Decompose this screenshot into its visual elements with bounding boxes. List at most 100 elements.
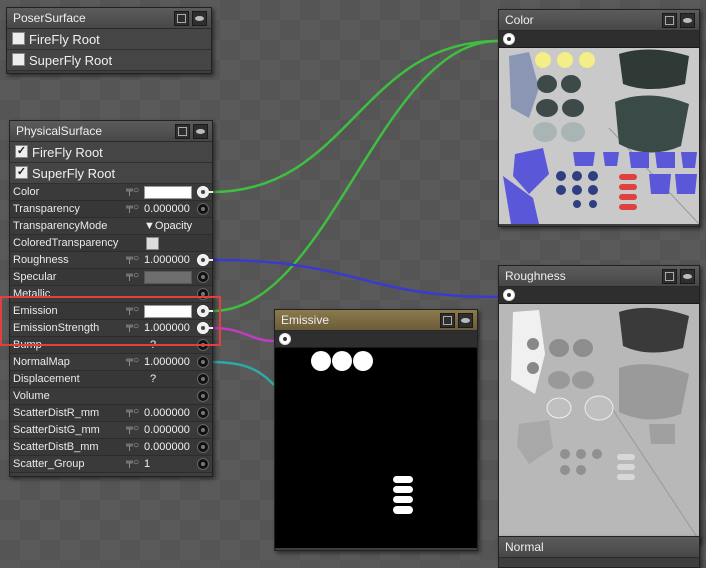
emissive-texture-node[interactable]: Emissive [274,309,478,551]
input-port[interactable] [197,441,209,453]
key-icon[interactable]: ╤○ [126,202,139,213]
param-volume[interactable]: Volume [10,388,212,405]
input-port[interactable] [197,424,209,436]
emissive-node-titlebar[interactable]: Emissive [275,310,477,331]
color-texture-svg [503,49,699,224]
param-value[interactable]: 1 [144,458,150,470]
param-label: Roughness [13,254,69,266]
port-dot [201,275,205,279]
input-port[interactable] [279,333,291,345]
port-dot [283,337,287,341]
input-port[interactable] [197,407,209,419]
key-icon[interactable]: ╤○ [126,253,139,264]
checkbox-label: SuperFly Root [32,166,116,181]
input-port[interactable] [503,33,515,45]
key-icon[interactable]: ╤○ [126,270,139,281]
output-port-linked[interactable] [197,186,213,198]
mode-dropdown[interactable]: ▼Opacity [144,220,192,232]
param-label: Displacement [13,373,80,385]
param-value[interactable]: 0.000000 [144,424,190,436]
param-label: TransparencyMode [13,220,108,232]
checkbox-row[interactable]: ✓ SuperFly Root [10,163,212,184]
param-normalmap[interactable]: NormalMap ╤○ 1.000000 [10,354,212,371]
param-roughness[interactable]: Roughness ╤○ 1.000000 [10,252,213,269]
param-value[interactable]: ? [150,373,156,385]
param-checkbox[interactable] [146,237,159,250]
checkbox[interactable] [12,32,25,45]
panel-icon [177,14,186,23]
checkbox[interactable] [12,53,25,66]
preview-toggle-button[interactable] [680,269,695,284]
panel-icon [665,272,674,281]
port-dot [201,207,205,211]
param-transparency[interactable]: Transparency ╤○ 0.000000 [10,201,212,218]
key-icon[interactable]: ╤○ [126,355,139,366]
input-port[interactable] [197,390,209,402]
preview-toggle-button[interactable] [458,313,473,328]
key-icon[interactable]: ╤○ [126,423,139,434]
param-coloredtransparency[interactable]: ColoredTransparency [10,235,212,252]
normal-texture-node[interactable]: Normal [498,536,700,568]
poser-surface-titlebar[interactable]: PoserSurface [7,8,211,29]
collapse-button[interactable] [174,11,189,26]
checkbox-row[interactable]: FireFly Root [7,29,211,50]
param-scattergroup[interactable]: Scatter_Group ╤○ 1 [10,456,212,473]
checkbox-row[interactable]: SuperFly Root [7,50,211,71]
port-dot [507,37,511,41]
key-icon[interactable]: ╤○ [126,440,139,451]
input-port[interactable] [197,458,209,470]
poser-surface-node[interactable]: PoserSurface FireFly Root SuperFly Root [6,7,212,74]
param-scatterdistr[interactable]: ScatterDistR_mm ╤○ 0.000000 [10,405,212,422]
input-port[interactable] [197,203,209,215]
preview-toggle-button[interactable] [193,124,208,139]
preview-toggle-button[interactable] [192,11,207,26]
input-port[interactable] [197,373,209,385]
roughness-node-titlebar[interactable]: Roughness [499,266,699,287]
param-value[interactable]: 1.000000 [144,254,190,266]
collapse-button[interactable] [175,124,190,139]
key-icon[interactable]: ╤○ [126,457,139,468]
wire-roughness [211,258,499,299]
key-icon[interactable]: ╤○ [126,406,139,417]
input-port[interactable] [197,356,209,368]
wire-color [211,39,499,194]
param-label: ColoredTransparency [13,237,119,249]
param-value[interactable]: 0.000000 [144,441,190,453]
input-port[interactable] [197,271,209,283]
normal-node-titlebar[interactable]: Normal [499,537,699,558]
collapse-button[interactable] [662,13,677,28]
color-texture-node[interactable]: Color [498,9,700,227]
param-color[interactable]: Color ╤○ [10,184,213,201]
checkbox-label: SuperFly Root [29,53,113,68]
checkbox-checked[interactable]: ✓ [15,166,28,179]
swirl-icon [196,129,205,134]
param-displacement[interactable]: Displacement ? [10,371,212,388]
param-scatterdistg[interactable]: ScatterDistG_mm ╤○ 0.000000 [10,422,212,439]
param-transparencymode[interactable]: TransparencyMode ▼Opacity [10,218,212,235]
color-swatch[interactable] [144,186,192,199]
param-value[interactable]: 0.000000 [144,203,190,215]
roughness-texture-node[interactable]: Roughness [498,265,700,543]
color-swatch[interactable] [144,271,192,284]
param-scatterdistb[interactable]: ScatterDistB_mm ╤○ 0.000000 [10,439,212,456]
param-value[interactable]: 0.000000 [144,407,190,419]
physical-surface-titlebar[interactable]: PhysicalSurface [10,121,212,142]
color-node-titlebar[interactable]: Color [499,10,699,31]
checkbox-checked[interactable]: ✓ [15,145,28,158]
collapse-button[interactable] [440,313,455,328]
output-port-linked[interactable] [197,254,213,266]
checkbox-label: FireFly Root [29,32,100,47]
preview-toggle-button[interactable] [680,13,695,28]
param-value[interactable]: 1.000000 [144,356,190,368]
param-label: Specular [13,271,57,283]
checkbox-row[interactable]: ✓ FireFly Root [10,142,212,163]
key-icon[interactable]: ╤○ [126,185,139,196]
wire-normalmap [211,360,275,386]
input-bar [275,331,477,348]
param-specular[interactable]: Specular ╤○ [10,269,212,286]
port-dot [201,445,205,449]
panel-icon [443,316,452,325]
input-port[interactable] [503,289,515,301]
input-bar [499,287,699,304]
collapse-button[interactable] [662,269,677,284]
